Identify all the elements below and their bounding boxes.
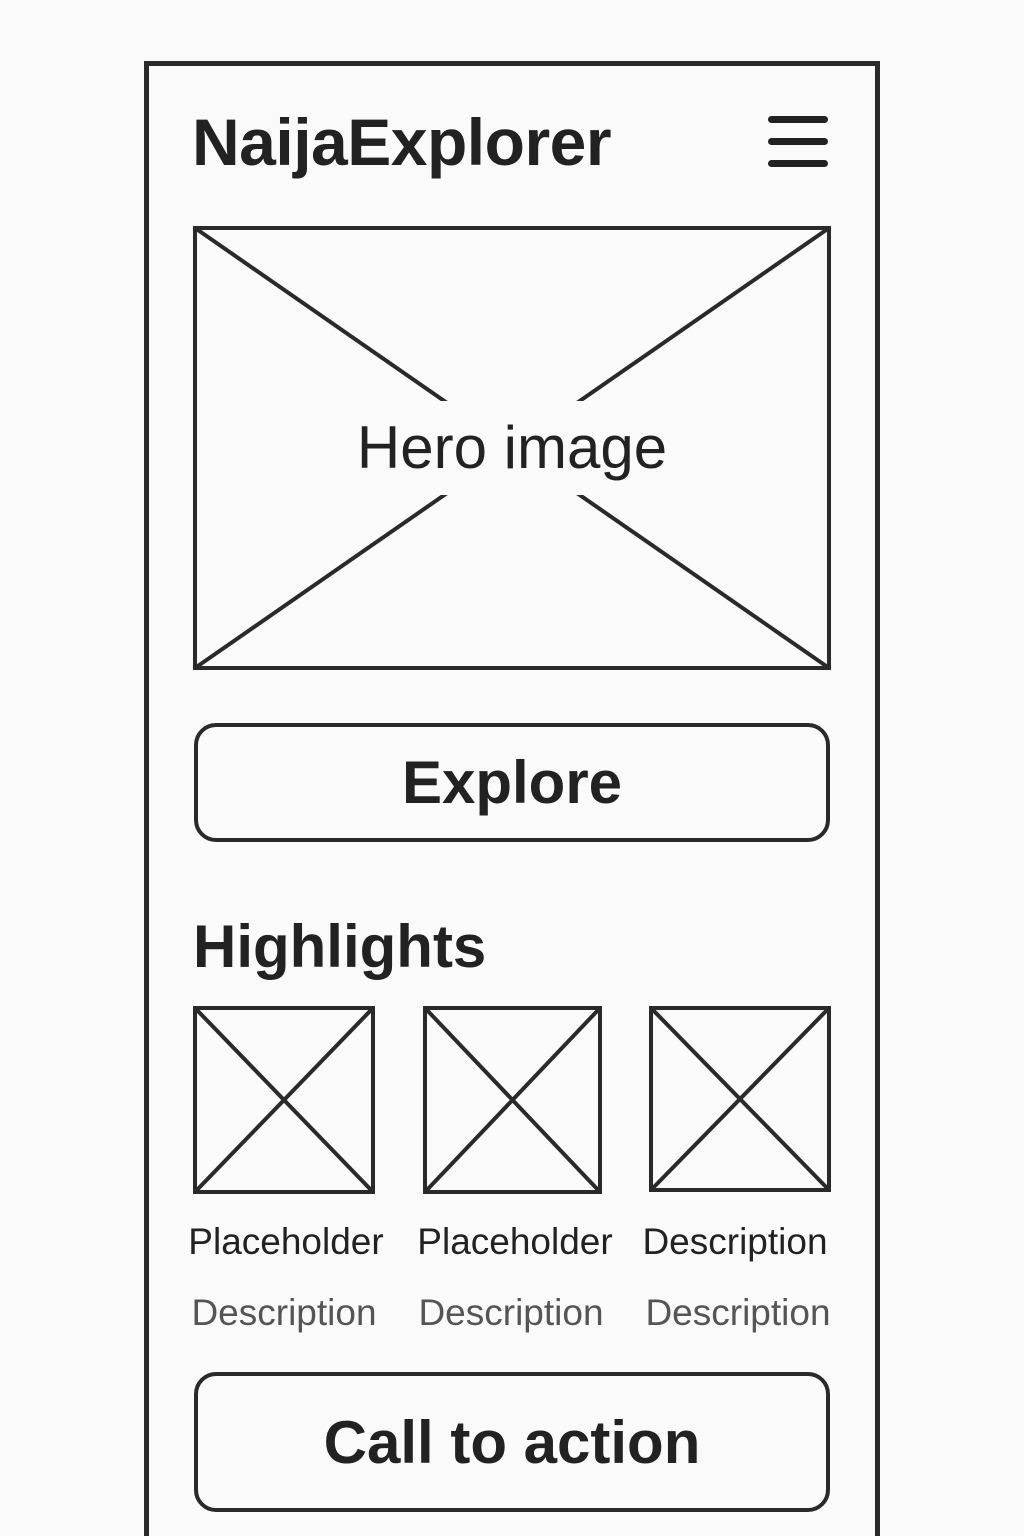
hero-image: Hero image — [193, 226, 831, 670]
highlight-card-image-2[interactable] — [423, 1006, 602, 1194]
highlight-card-title-1: Placeholder — [188, 1221, 384, 1262]
highlight-card-description-1: Description — [191, 1292, 377, 1333]
highlight-card-title-2: Placeholder — [417, 1221, 613, 1262]
highlight-card-title-3: Description — [642, 1221, 828, 1262]
image-placeholder-icon — [423, 1006, 602, 1194]
highlight-card-description-3: Description — [645, 1292, 831, 1333]
image-placeholder-icon — [193, 1006, 375, 1194]
menu-button[interactable] — [764, 112, 832, 172]
app-title: NaijaExplorer — [192, 105, 612, 179]
highlight-card-image-3[interactable] — [649, 1006, 831, 1192]
image-placeholder-icon — [649, 1006, 831, 1192]
call-to-action-button[interactable]: Call to action — [194, 1372, 830, 1512]
highlights-title: Highlights — [193, 913, 487, 980]
image-placeholder-icon — [193, 226, 831, 670]
highlight-card-image-1[interactable] — [193, 1006, 375, 1194]
highlight-card-description-2: Description — [418, 1292, 604, 1333]
explore-button[interactable]: Explore — [194, 723, 830, 842]
